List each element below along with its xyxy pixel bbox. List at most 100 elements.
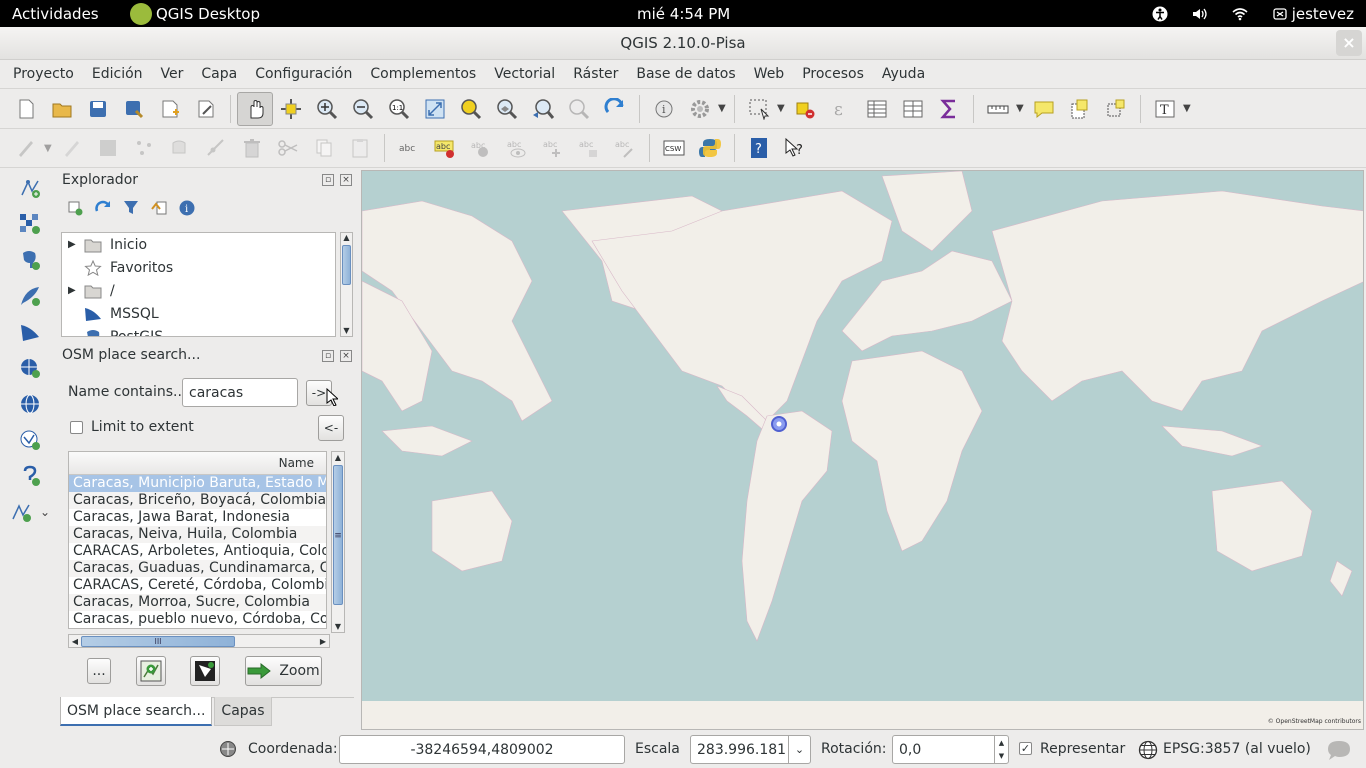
dock-float-icon[interactable]: ▫ (322, 174, 334, 186)
menu-web[interactable]: Web (745, 66, 794, 82)
tree-item-inicio[interactable]: ▶ Inicio (62, 233, 335, 256)
dock-close-icon[interactable]: × (340, 174, 352, 186)
results-vertical-scrollbar[interactable]: ▲ ≡ ▼ (331, 451, 345, 633)
add-place-layer-button[interactable] (136, 656, 166, 686)
accessibility-icon[interactable] (1152, 6, 1168, 22)
zoom-native-button[interactable]: 1:1 (381, 92, 417, 126)
scroll-up-icon[interactable]: ▲ (341, 233, 352, 243)
scrollbar-thumb[interactable]: ≡ (333, 465, 343, 605)
add-wms-layer-button[interactable] (10, 350, 50, 386)
change-label-button[interactable]: abc (607, 131, 643, 165)
show-bookmarks-button[interactable] (1098, 92, 1134, 126)
expand-arrow-icon[interactable]: ▶ (62, 285, 84, 296)
refresh-button[interactable] (597, 92, 633, 126)
delete-selected-button[interactable] (234, 131, 270, 165)
toggle-extents-icon[interactable] (219, 740, 237, 758)
move-feature-button[interactable] (162, 131, 198, 165)
zoom-button[interactable]: Zoom (245, 656, 322, 686)
add-delimited-text-button[interactable] (10, 458, 50, 494)
new-print-composer-button[interactable] (152, 92, 188, 126)
refresh-icon[interactable] (94, 199, 112, 217)
render-checkbox[interactable]: ✓ (1019, 742, 1032, 755)
list-item[interactable]: CARACAS, Cereté, Córdoba, Colombia (69, 577, 326, 594)
wifi-icon[interactable] (1232, 6, 1248, 22)
list-item[interactable]: Caracas, Briceño, Boyacá, Colombia (69, 492, 326, 509)
save-project-button[interactable] (80, 92, 116, 126)
pan-to-selection-button[interactable] (273, 92, 309, 126)
show-hide-labels-button[interactable]: abc (499, 131, 535, 165)
new-bookmark-button[interactable] (1062, 92, 1098, 126)
scroll-down-icon[interactable]: ▼ (341, 326, 352, 336)
tab-osm-place-search[interactable]: OSM place search... (60, 697, 213, 726)
measure-line-button[interactable] (980, 92, 1016, 126)
messages-icon[interactable] (1326, 739, 1352, 761)
more-button[interactable]: ... (87, 658, 111, 684)
pan-map-button[interactable] (237, 91, 273, 126)
node-tool-button[interactable] (198, 131, 234, 165)
menu-raster[interactable]: Ráster (564, 66, 627, 82)
results-list[interactable]: Name Caracas, Municipio Baruta, Estado M… (68, 451, 327, 629)
list-item[interactable]: Caracas, Guaduas, Cundinamarca, Colombia (69, 560, 326, 577)
add-vector-layer-button[interactable] (10, 170, 50, 206)
metasearch-button[interactable]: CSW (656, 131, 692, 165)
collapse-all-icon[interactable] (150, 199, 168, 217)
label-tool-button[interactable]: abc (427, 131, 463, 165)
add-mssql-layer-button[interactable] (10, 314, 50, 350)
pin-labels-button[interactable]: abc (463, 131, 499, 165)
user-menu[interactable]: jestevez (1272, 5, 1354, 23)
copy-features-button[interactable] (306, 131, 342, 165)
back-button[interactable]: <- (318, 415, 344, 441)
name-search-input[interactable]: caracas (182, 378, 298, 407)
clock[interactable]: mié 4:54 PM (637, 5, 730, 23)
add-spatialite-layer-button[interactable] (10, 278, 50, 314)
menu-vectorial[interactable]: Vectorial (485, 66, 564, 82)
new-layer-button[interactable]: ⌄ (10, 494, 50, 530)
spin-arrows-icon[interactable]: ▲ ▼ (994, 736, 1008, 763)
chevron-down-icon[interactable]: ▼ (777, 103, 787, 114)
menu-ver[interactable]: Ver (152, 66, 193, 82)
current-edits-button[interactable] (8, 131, 44, 165)
zoom-to-selection-button[interactable] (453, 92, 489, 126)
list-item[interactable]: Caracas, pueblo nuevo, Córdoba, Colombia (69, 611, 326, 628)
list-item[interactable]: Caracas, Morroa, Sucre, Colombia (69, 594, 326, 611)
menu-ayuda[interactable]: Ayuda (873, 66, 934, 82)
add-selected-layer-icon[interactable] (66, 199, 84, 217)
field-calculator-button[interactable] (895, 92, 931, 126)
map-canvas[interactable]: © OpenStreetMap contributors (361, 170, 1364, 730)
menu-capa[interactable]: Capa (192, 66, 246, 82)
list-item[interactable]: Caracas, Neiva, Huila, Colombia (69, 526, 326, 543)
map-attribution[interactable]: © OpenStreetMap contributors (1268, 718, 1361, 725)
save-as-button[interactable] (116, 92, 152, 126)
statistical-summary-button[interactable] (931, 92, 967, 126)
scroll-up-icon[interactable]: ▲ (332, 452, 344, 463)
list-item[interactable]: Caracas, Municipio Baruta, Estado Mirand… (69, 475, 326, 492)
dock-float-icon[interactable]: ▫ (322, 350, 334, 362)
select-by-expression-button[interactable]: ε (823, 92, 859, 126)
spin-up-icon[interactable]: ▲ (999, 739, 1004, 747)
zoom-last-button[interactable] (525, 92, 561, 126)
open-project-button[interactable] (44, 92, 80, 126)
zoom-out-button[interactable] (345, 92, 381, 126)
tree-item-root[interactable]: ▶ / (62, 279, 335, 302)
zoom-full-button[interactable] (417, 92, 453, 126)
scrollbar-thumb[interactable] (342, 245, 351, 285)
save-layer-edits-button[interactable] (90, 131, 126, 165)
menu-complementos[interactable]: Complementos (361, 66, 485, 82)
add-raster-layer-button[interactable] (10, 206, 50, 242)
tab-capas[interactable]: Capas (214, 697, 272, 726)
menu-base-de-datos[interactable]: Base de datos (627, 66, 744, 82)
results-horizontal-scrollbar[interactable]: ◀ III ▶ (68, 634, 330, 648)
zoom-to-shape-button[interactable] (190, 656, 220, 686)
expand-arrow-icon[interactable]: ▶ (62, 239, 84, 250)
paste-features-button[interactable] (342, 131, 378, 165)
tree-item-postgis[interactable]: PostGIS (62, 325, 335, 336)
chevron-down-icon[interactable]: ▼ (44, 143, 54, 154)
help-contents-button[interactable]: ? (741, 131, 777, 165)
menu-edicion[interactable]: Edición (83, 66, 152, 82)
filter-icon[interactable] (122, 199, 140, 217)
crs-globe-icon[interactable] (1138, 740, 1158, 760)
scroll-left-icon[interactable]: ◀ (69, 637, 81, 646)
text-annotation-button[interactable]: T (1147, 92, 1183, 126)
browser-tree[interactable]: ▶ Inicio Favoritos ▶ / MSSQL PostGIS (61, 232, 336, 337)
tree-item-mssql[interactable]: MSSQL (62, 302, 335, 325)
